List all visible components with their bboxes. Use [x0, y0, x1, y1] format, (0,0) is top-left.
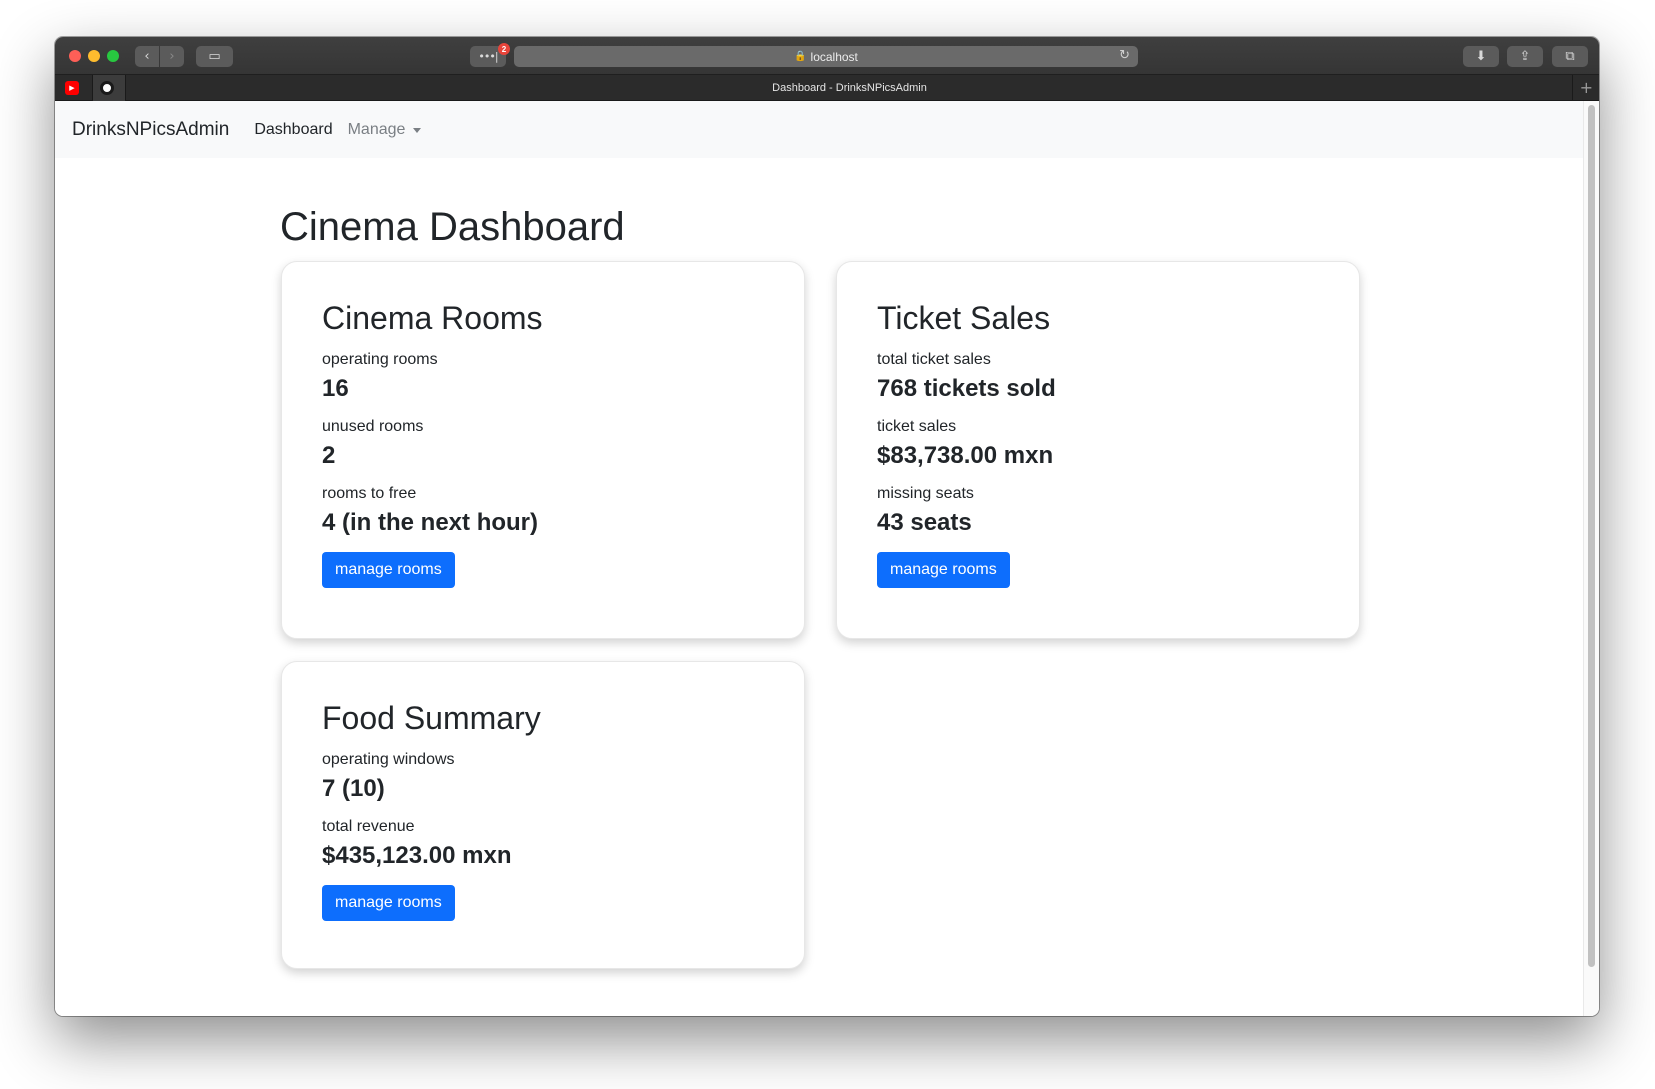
card-cinema-rooms: Cinema Rooms operating rooms 16 unused r…	[281, 261, 805, 639]
stat-value: $83,738.00 mxn	[877, 442, 1054, 469]
stat-label: unused rooms	[322, 418, 424, 435]
stat-label: operating rooms	[322, 351, 438, 368]
manage-rooms-button[interactable]: manage rooms	[877, 552, 1010, 588]
browser-toolbar: ‹ › ▭ •••| 2 🔒 localhost ↻ ⬇ ⇪ ⧉	[55, 37, 1599, 75]
address-text: localhost	[810, 49, 858, 64]
stat-label: missing seats	[877, 485, 974, 502]
stat-value: 768 tickets sold	[877, 375, 1056, 402]
navbar: DrinksNPicsAdmin Dashboard Manage	[55, 101, 1583, 158]
extension-badge: 2	[498, 43, 510, 55]
nav-dropdown-manage[interactable]: Manage	[348, 121, 422, 139]
manage-rooms-button[interactable]: manage rooms	[322, 552, 455, 588]
stat-value: $435,123.00 mxn	[322, 842, 512, 869]
stat-label: total ticket sales	[877, 351, 991, 368]
tab-title: Dashboard - DrinksNPicsAdmin	[772, 82, 927, 94]
chevron-left-icon: ‹	[144, 49, 150, 64]
stat-label: ticket sales	[877, 418, 957, 435]
manage-rooms-button[interactable]: manage rooms	[322, 885, 455, 921]
youtube-pinned-tab-icon[interactable]: ▶	[65, 81, 79, 95]
chevron-right-icon: ›	[169, 49, 175, 64]
tab-overview-button[interactable]: ⧉	[1552, 46, 1588, 67]
card-title: Ticket Sales	[877, 300, 1051, 336]
card-title: Food Summary	[322, 700, 541, 736]
downloads-button[interactable]: ⬇	[1463, 46, 1499, 67]
stat-value: 4 (in the next hour)	[322, 509, 538, 536]
stat-value: 2	[322, 442, 336, 469]
forward-button[interactable]: ›	[160, 46, 184, 67]
browser-window: ‹ › ▭ •••| 2 🔒 localhost ↻ ⬇ ⇪ ⧉ ▶ Dashb…	[55, 37, 1599, 1016]
reload-icon[interactable]: ↻	[1119, 48, 1130, 63]
plus-icon[interactable]: +	[1580, 78, 1593, 97]
nav-link-dashboard[interactable]: Dashboard	[254, 121, 332, 139]
nav-manage-label: Manage	[347, 120, 406, 138]
stat-value: 7 (10)	[322, 775, 385, 802]
stat-value: 43 seats	[877, 509, 972, 536]
stat-label: total revenue	[322, 818, 415, 835]
sidebar-icon: ▭	[208, 49, 221, 64]
tab-active[interactable]: Dashboard - DrinksNPicsAdmin	[127, 75, 1573, 101]
stat-label: rooms to free	[322, 485, 417, 502]
address-bar[interactable]: 🔒 localhost ↻	[514, 46, 1138, 67]
zoom-window-button[interactable]	[107, 50, 119, 62]
scrollbar-thumb[interactable]	[1588, 105, 1595, 967]
page-title: Cinema Dashboard	[280, 205, 625, 249]
caret-down-icon	[413, 128, 422, 133]
share-icon: ⇪	[1519, 49, 1531, 64]
page-scrollbar[interactable]	[1583, 101, 1599, 1016]
close-window-button[interactable]	[69, 50, 81, 62]
card-ticket-sales: Ticket Sales total ticket sales 768 tick…	[836, 261, 1360, 639]
lock-icon: 🔒	[794, 51, 807, 62]
minimize-window-button[interactable]	[88, 50, 100, 62]
stat-label: operating windows	[322, 751, 455, 768]
stat-value: 16	[322, 375, 349, 402]
tabs-icon: ⧉	[1565, 49, 1575, 64]
share-button[interactable]: ⇪	[1507, 46, 1543, 67]
more-dots-icon: •••|	[478, 50, 498, 63]
download-icon: ⬇	[1475, 49, 1487, 64]
github-icon	[100, 81, 114, 95]
back-button[interactable]: ‹	[135, 46, 159, 67]
navbar-brand[interactable]: DrinksNPicsAdmin	[72, 119, 229, 141]
tab-bar: ▶ Dashboard - DrinksNPicsAdmin +	[55, 75, 1599, 101]
page-content: DrinksNPicsAdmin Dashboard Manage Cinema…	[55, 101, 1583, 1016]
sidebar-toggle-button[interactable]: ▭	[196, 46, 233, 67]
card-title: Cinema Rooms	[322, 300, 543, 336]
card-food-summary: Food Summary operating windows 7 (10) to…	[281, 661, 805, 969]
